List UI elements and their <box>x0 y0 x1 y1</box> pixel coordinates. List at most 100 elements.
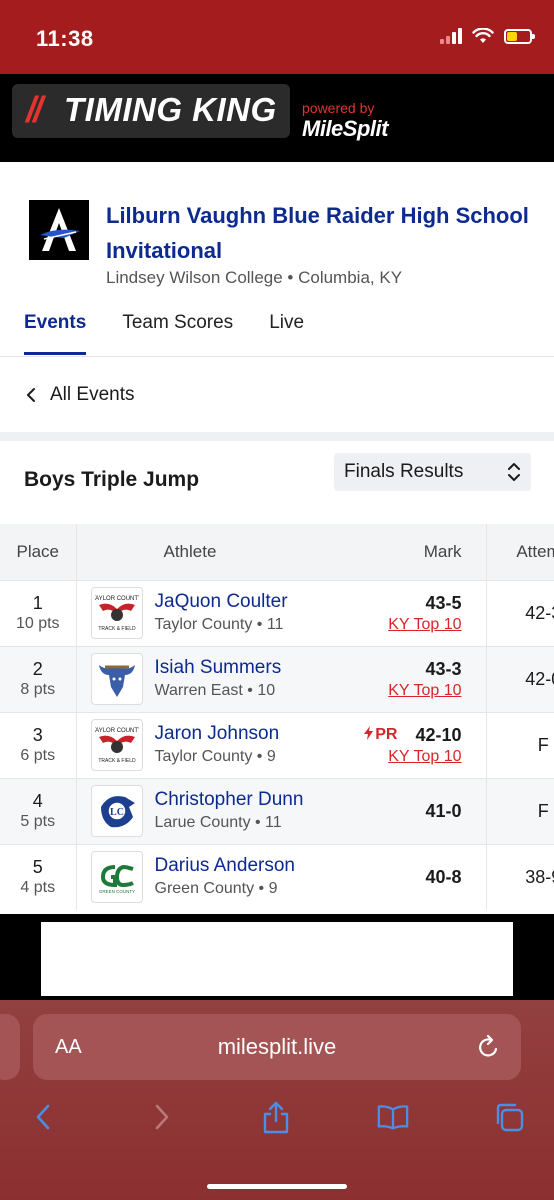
athlete-school: Taylor County • 9 <box>154 748 276 765</box>
athlete-cell: Isiah Summers Warren East • 10 <box>76 645 310 712</box>
header-place: Place <box>0 524 77 580</box>
status-icons <box>440 28 535 44</box>
mark-cell: 41-0 <box>310 777 487 844</box>
mark-cell: 43-5 KY Top 10 <box>310 579 487 646</box>
svg-text:TAYLOR COUNTY: TAYLOR COUNTY <box>95 596 139 602</box>
table-row[interactable]: 1 10 pts TAYLOR COUNTY TRACK & FIELD <box>0 579 554 646</box>
milesplit-logo: MileSplit <box>302 116 388 141</box>
place-points: 10 pts <box>15 615 60 632</box>
bookmarks-button[interactable] <box>376 1100 410 1134</box>
main-content: Lilburn Vaughn Blue Raider High School I… <box>0 162 554 914</box>
athlete-school: Warren East • 10 <box>154 682 276 699</box>
athlete-name-link[interactable]: JaQuon Coulter <box>155 590 288 614</box>
chevron-up-down-icon <box>508 463 520 481</box>
tab-events[interactable]: Events <box>24 312 87 355</box>
mark-cell: 43-3 KY Top 10 <box>310 645 487 712</box>
section-separator <box>0 432 554 441</box>
blue-raider-logo-icon <box>40 208 80 251</box>
meet-title[interactable]: Lilburn Vaughn Blue Raider High School I… <box>106 198 546 268</box>
larue-county-logo: LC <box>90 785 143 837</box>
pr-badge-label: PR <box>375 726 398 743</box>
meet-logo <box>29 200 89 260</box>
header-mark: Mark <box>310 524 487 580</box>
ky-top10-link[interactable]: KY Top 10 <box>310 616 461 634</box>
reload-icon[interactable] <box>477 1034 501 1060</box>
table-row[interactable]: 5 4 pts GREEN COUNTY Darius Anderson Gre… <box>0 843 554 910</box>
athlete-name-link[interactable]: Christopher Dunn <box>155 788 304 812</box>
address-bar[interactable]: AA milesplit.live <box>33 1014 521 1080</box>
book-icon <box>377 1105 409 1130</box>
place-cell: 5 4 pts <box>0 843 77 910</box>
place-number: 3 <box>32 725 43 745</box>
athlete-name-link[interactable]: Jaron Johnson <box>155 722 280 746</box>
url-text[interactable]: milesplit.live <box>33 1034 521 1060</box>
attempt-cell: F <box>486 711 554 778</box>
results-table: Place Athlete Mark Attemp 1 10 pts TAYLO… <box>0 524 554 910</box>
svg-text:GREEN COUNTY: GREEN COUNTY <box>98 889 134 894</box>
status-bar: 11:38 <box>0 0 554 74</box>
place-cell: 1 10 pts <box>0 579 77 646</box>
place-points: 4 pts <box>20 879 56 897</box>
chevron-left-icon <box>27 388 35 402</box>
svg-text:TAYLOR COUNTY: TAYLOR COUNTY <box>95 728 139 734</box>
ky-top10-link[interactable]: KY Top 10 <box>310 748 461 766</box>
attempt-cell: 38-9 <box>486 843 554 910</box>
browser-toolbar <box>0 1094 554 1144</box>
timing-king-logo[interactable]: // TIMING KING <box>12 84 290 138</box>
pr-badge: PR <box>364 726 397 744</box>
warren-east-raider-icon <box>98 665 135 697</box>
larue-county-hawk-icon: LC <box>100 796 135 828</box>
place-number: 2 <box>32 659 43 679</box>
tab-live[interactable]: Live <box>269 312 304 355</box>
table-row[interactable]: 4 5 pts LC Christopher Dunn Larue County… <box>0 777 554 844</box>
share-icon <box>263 1101 289 1134</box>
ad-banner[interactable] <box>41 922 513 996</box>
forward-button[interactable] <box>145 1100 179 1134</box>
header-attempts: Attemp <box>486 524 554 580</box>
warren-east-logo <box>90 653 143 705</box>
tabs-button[interactable] <box>492 1100 526 1134</box>
athlete-name-link[interactable]: Isiah Summers <box>155 656 282 680</box>
athlete-cell: TAYLOR COUNTY TRACK & FIELD Jaron Johnso… <box>76 711 310 778</box>
table-row[interactable]: 2 8 pts Isiah Summers Warren East • 10 4… <box>0 645 554 712</box>
mark-value: 43-3 <box>425 658 462 679</box>
home-indicator[interactable] <box>207 1184 347 1189</box>
lightning-icon <box>364 726 374 740</box>
place-points: 6 pts <box>20 747 56 764</box>
place-cell: 3 6 pts <box>0 711 77 778</box>
round-select[interactable]: Finals Results <box>334 453 531 491</box>
mark-value: 40-8 <box>425 866 462 887</box>
chevron-left-icon <box>36 1104 50 1130</box>
attempt-cell: 42-3 <box>486 579 554 646</box>
athlete-name-link[interactable]: Darius Anderson <box>155 854 295 878</box>
event-title: Boys Triple Jump <box>24 468 200 491</box>
all-events-link[interactable]: All Events <box>26 384 134 406</box>
tab-team-scores[interactable]: Team Scores <box>122 312 233 355</box>
status-time: 11:38 <box>36 26 94 51</box>
back-button[interactable] <box>26 1100 60 1134</box>
share-button[interactable] <box>259 1100 293 1134</box>
tabs-icon <box>496 1103 524 1132</box>
previous-tab-peek[interactable] <box>0 1014 20 1080</box>
ky-top10-link[interactable]: KY Top 10 <box>310 682 461 700</box>
athlete-school: Larue County • 11 <box>154 814 282 831</box>
athlete-cell: LC Christopher Dunn Larue County • 11 <box>76 777 310 844</box>
browser-bar: AA milesplit.live <box>0 1000 554 1200</box>
mark-value: 42-10 <box>415 724 462 745</box>
green-county-logo: GREEN COUNTY <box>90 851 143 904</box>
svg-text:TRACK & FIELD: TRACK & FIELD <box>98 758 136 764</box>
place-points: 5 pts <box>20 813 56 830</box>
svg-text:TRACK & FIELD: TRACK & FIELD <box>98 626 136 632</box>
place-points: 8 pts <box>20 681 56 698</box>
place-number: 1 <box>32 593 43 613</box>
meet-tabs: Events Team Scores Live <box>24 312 304 355</box>
results-header-row: Place Athlete Mark Attemp <box>0 524 554 580</box>
meet-location: Lindsey Wilson College • Columbia, KY <box>106 268 403 287</box>
place-number: 5 <box>32 857 43 878</box>
powered-by-label: powered by <box>302 100 375 116</box>
athlete-cell: GREEN COUNTY Darius Anderson Green Count… <box>76 843 310 910</box>
mark-cell: 40-8 <box>310 843 487 910</box>
table-row[interactable]: 3 6 pts TAYLOR COUNTY TRACK & FIELD <box>0 711 554 778</box>
athlete-school: Taylor County • 11 <box>154 616 284 633</box>
athlete-school: Green County • 9 <box>154 880 278 898</box>
